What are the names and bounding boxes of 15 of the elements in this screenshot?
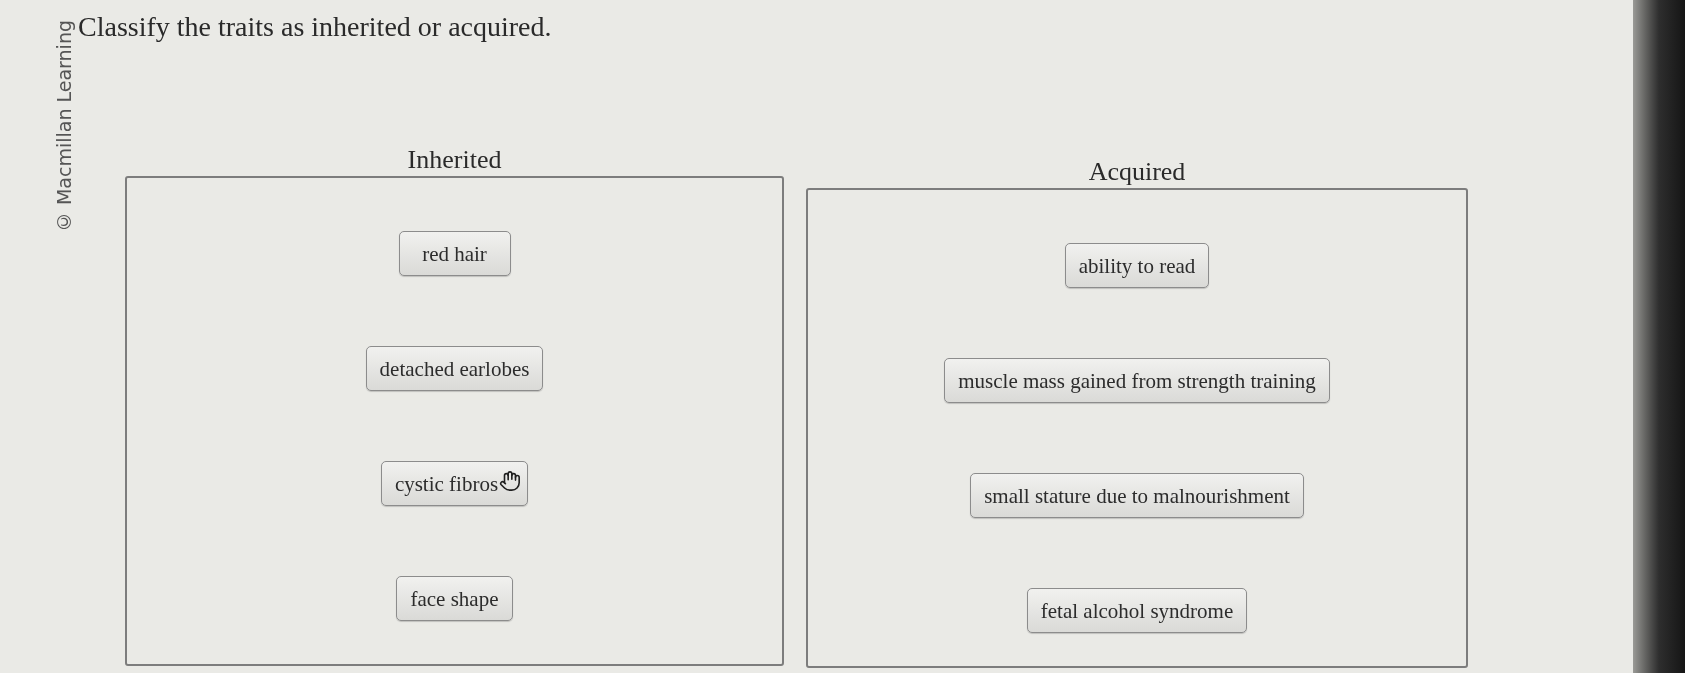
- drop-zone[interactable]: red hair detached earlobes cystic fibros face shape: [125, 176, 784, 666]
- draggable-answer[interactable]: cystic fibros: [380, 461, 529, 506]
- draggable-answer[interactable]: ability to read: [1064, 243, 1210, 288]
- copyright-notice: © Macmillan Learning: [54, 20, 74, 234]
- draggable-answer[interactable]: detached earlobes: [365, 346, 544, 391]
- question-text: Classify the traits as inherited or acquired.: [78, 11, 552, 43]
- draggable-answer[interactable]: face shape: [396, 576, 513, 621]
- draggable-answer[interactable]: small stature due to malnourishment: [970, 473, 1304, 518]
- draggable-answer[interactable]: fetal alcohol syndrome: [1026, 588, 1248, 633]
- hand-cursor-icon: [499, 469, 522, 492]
- draggable-answer[interactable]: muscle mass gained from strength training: [944, 358, 1330, 403]
- category-heading: Acquired: [1088, 158, 1186, 186]
- category-heading: Inherited: [407, 146, 502, 174]
- drop-zone[interactable]: ability to read muscle mass gained from strength training small stature due to malnourishment fetal alcohol syndrome: [806, 188, 1468, 668]
- draggable-answer[interactable]: red hair: [398, 231, 511, 276]
